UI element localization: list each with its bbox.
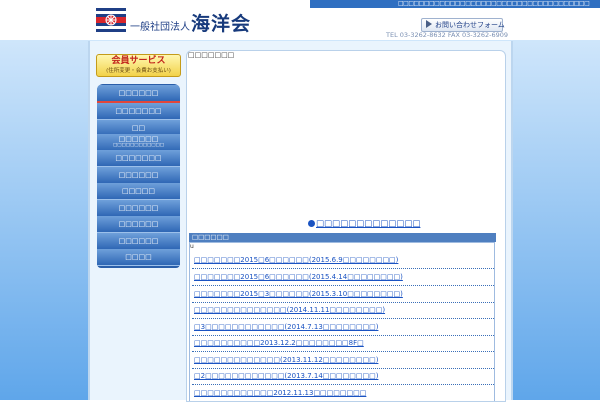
feature-link-label: □□□□□□□□□□□□□ bbox=[316, 219, 421, 229]
nav-item-label: □□□□□□ bbox=[118, 220, 159, 228]
nav-item-5[interactable]: □□□□□□□ bbox=[97, 150, 180, 167]
news-marker: u bbox=[190, 243, 194, 250]
nav-item-9[interactable]: □□□□□□ bbox=[97, 216, 180, 233]
nav-item-label: □□□□□□ bbox=[118, 237, 159, 245]
nav-item-8[interactable]: □□□□□□ bbox=[97, 200, 180, 217]
nav-item-label: □□□□ bbox=[125, 253, 152, 261]
nav-item-1[interactable]: □□□□□□ bbox=[97, 85, 180, 103]
nav-item-label: □□□□□□ bbox=[118, 135, 159, 143]
nav-item-6[interactable]: □□□□□□ bbox=[97, 167, 180, 184]
member-service-subtitle: (住所変更・会費お支払い) bbox=[106, 68, 171, 74]
nav-item-label: □□□□□□ bbox=[118, 171, 159, 179]
nav-item-label: □□□□□□ bbox=[118, 89, 159, 97]
sidebar-nav: □□□□□□ □□□□□□□ □□ □□□□□□ □□□□□□□□□□□□ □□□… bbox=[97, 84, 180, 268]
nav-item-label: □□ bbox=[131, 124, 146, 132]
news-list: u □□□□□□□2015□6□□□□□□(2015.6.9□□□□□□□□) … bbox=[189, 242, 495, 401]
nav-item-11[interactable]: □□□□ bbox=[97, 249, 180, 266]
arrow-right-icon bbox=[426, 20, 432, 28]
news-item[interactable]: □□□□□□□□□□□□2012.11.13□□□□□□□□ bbox=[192, 385, 494, 401]
news-item[interactable]: □□□□□□□2015□6□□□□□□(2015.6.9□□□□□□□□) bbox=[192, 252, 494, 269]
nav-item-label: □□□□□□□ bbox=[115, 107, 162, 115]
news-section-header: □□□□□□ bbox=[189, 233, 496, 242]
bullet-icon bbox=[308, 220, 315, 227]
news-item[interactable]: □□□□□□□2015□3□□□□□□(2015.3.10□□□□□□□□) bbox=[192, 286, 494, 303]
org-type: 一般社団法人 bbox=[130, 22, 190, 33]
member-service-title: 会員サービス bbox=[111, 56, 166, 66]
news-item[interactable]: □□□□□□□□□□2013.12.2□□□□□□□□8F□ bbox=[192, 335, 494, 352]
nav-item-label: □□□□□□ bbox=[118, 204, 159, 212]
news-item[interactable]: □□□□□□□□□□□□□(2013.11.12□□□□□□□□) bbox=[192, 352, 494, 369]
contact-form-button[interactable]: お問い合わせフォーム bbox=[421, 18, 505, 32]
nav-item-2[interactable]: □□□□□□□ bbox=[97, 103, 180, 120]
nav-item-label: □□□□□□□ bbox=[115, 154, 162, 162]
nav-item-7[interactable]: □□□□□ bbox=[97, 183, 180, 200]
news-item[interactable]: □2□□□□□□□□□□□□(2013.7.14□□□□□□□□) bbox=[192, 368, 494, 385]
nav-item-sublabel: □□□□□□□□□□□□ bbox=[112, 143, 165, 148]
feature-link[interactable]: □□□□□□□□□□□□□ bbox=[308, 219, 420, 229]
flag-logo-icon[interactable] bbox=[96, 8, 126, 32]
member-service-button[interactable]: 会員サービス (住所変更・会費お支払い) bbox=[96, 54, 181, 77]
nav-item-label: □□□□□ bbox=[121, 187, 156, 195]
news-item[interactable]: □□□□□□□2015□6□□□□□□(2015.4.14□□□□□□□□) bbox=[192, 269, 494, 286]
breadcrumb: □□□□□□□ bbox=[188, 51, 235, 59]
nav-item-10[interactable]: □□□□□□ bbox=[97, 233, 180, 250]
news-item[interactable]: □3□□□□□□□□□□□□(2014.7.13□□□□□□□□) bbox=[192, 319, 494, 336]
site-header: □□□□□□□□□□□□□□□□□□□□□□□□□□□□□□□□□□□□□ 一般… bbox=[0, 0, 600, 40]
contact-form-label: お問い合わせフォーム bbox=[435, 21, 505, 29]
tel-fax: TEL 03-3262-8632 FAX 03-3262-6909 bbox=[386, 31, 509, 39]
news-item[interactable]: □□□□□□□□□□□□□□(2014.11.11□□□□□□□□) bbox=[192, 302, 494, 319]
org-name[interactable]: 海洋会 bbox=[191, 9, 251, 36]
top-bar-text: □□□□□□□□□□□□□□□□□□□□□□□□□□□□□□□□□□□□□ bbox=[398, 0, 590, 7]
